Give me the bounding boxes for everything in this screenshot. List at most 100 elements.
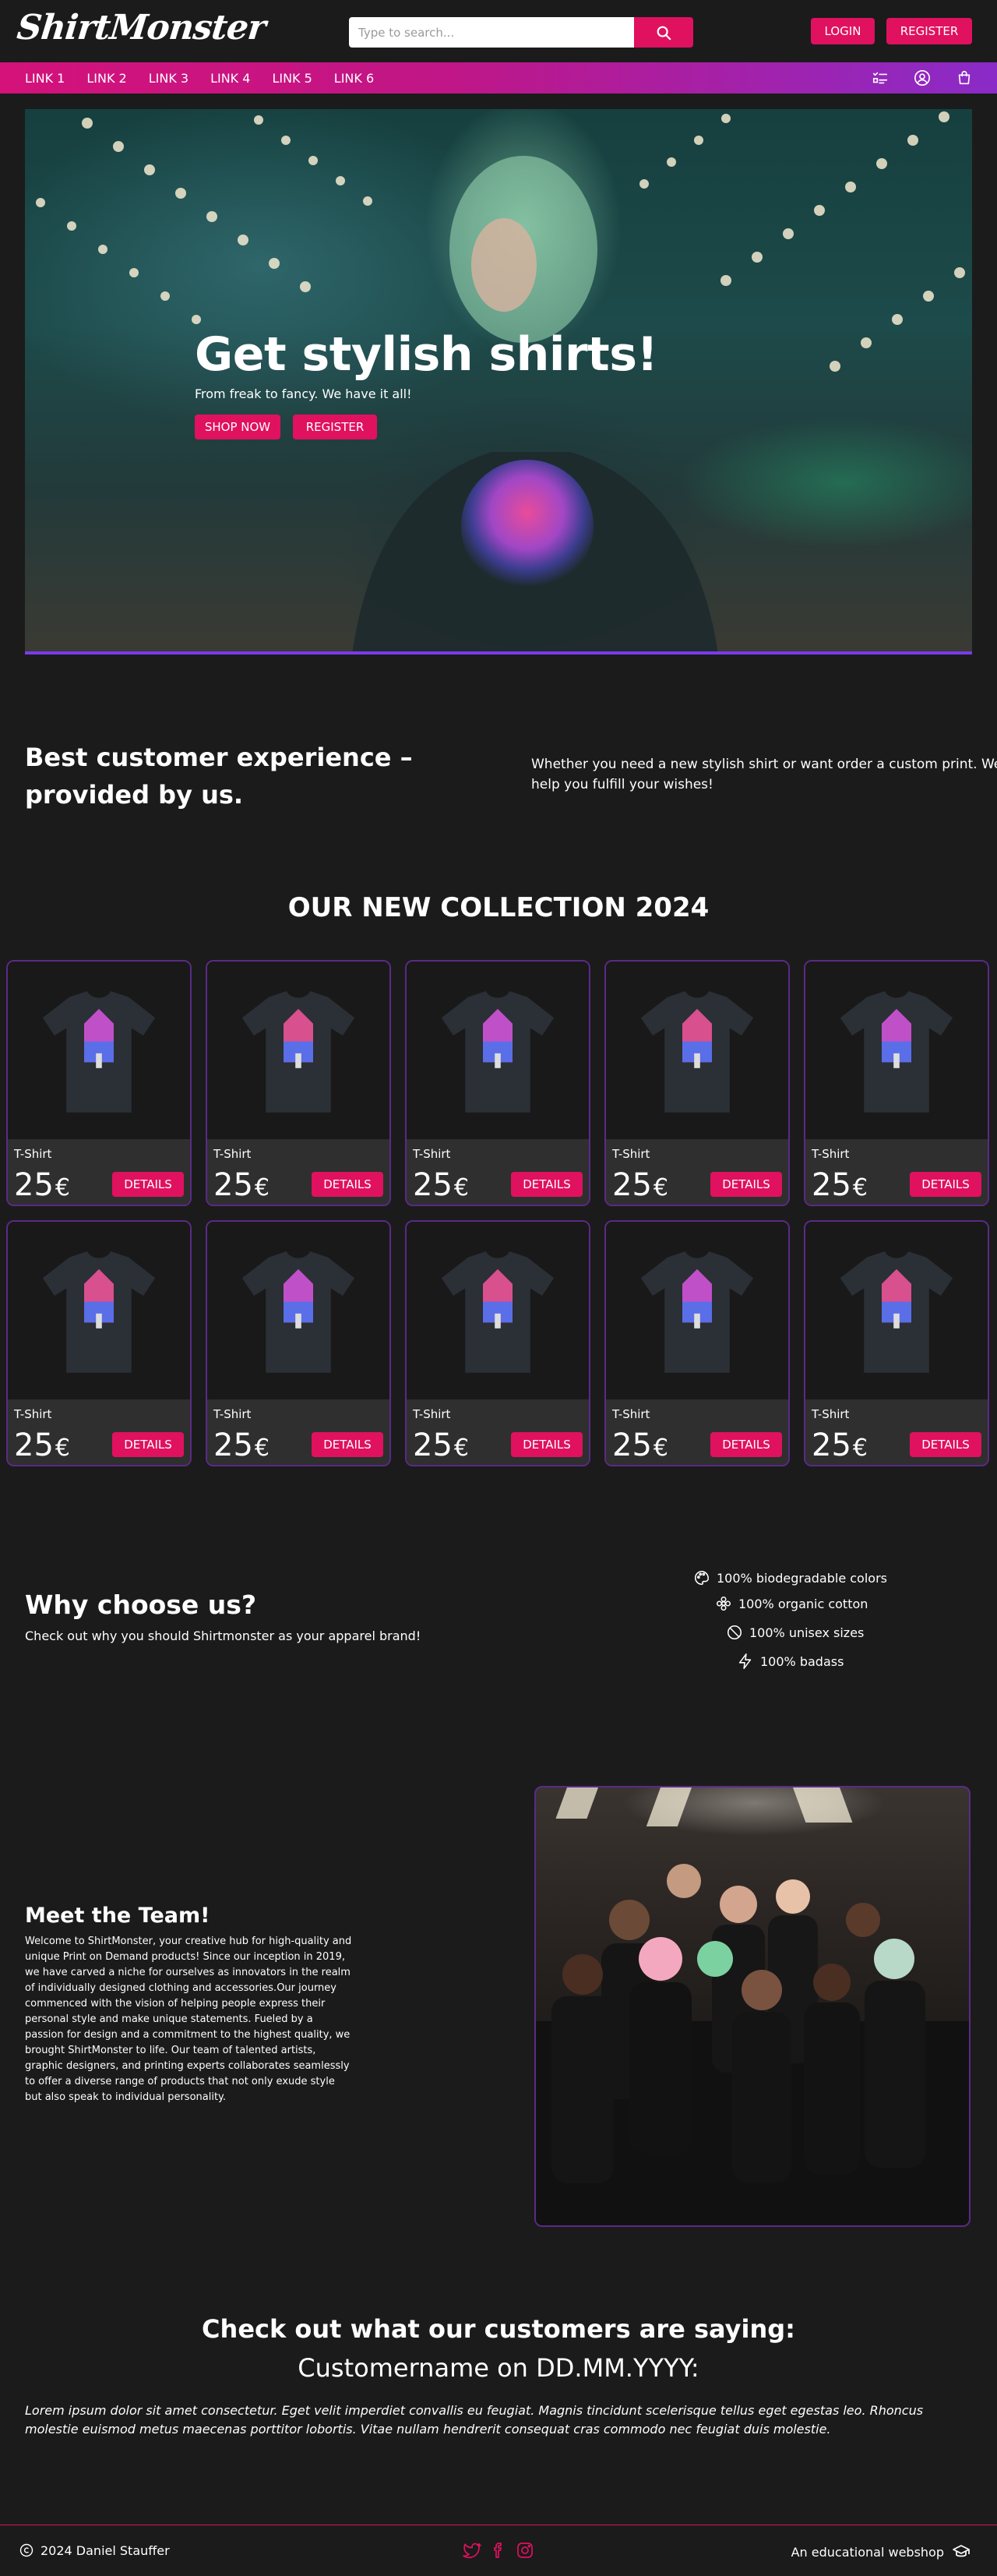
price-currency: € [453,1434,469,1462]
no-symbol-icon [727,1625,742,1640]
product-card[interactable]: T-Shirt 25 € DETAILS [206,960,391,1206]
site-logo[interactable]: ShirtMonster [15,8,267,48]
why-subtitle: Check out why you should Shirtmonster as… [25,1629,421,1643]
user-icon[interactable] [913,69,932,87]
details-button[interactable]: DETAILS [511,1432,583,1457]
product-card[interactable]: T-Shirt 25 € DETAILS [405,1220,590,1466]
checklist-icon[interactable] [871,69,890,87]
price-currency: € [55,1434,70,1462]
feature-item: 100% organic cotton [715,1595,868,1612]
product-card[interactable]: T-Shirt 25 € DETAILS [206,1220,391,1466]
product-price: 25 € [14,1427,70,1463]
feature-text: 100% badass [760,1653,844,1669]
nav-link-2[interactable]: LINK 2 [86,71,126,86]
copyright-text: 2024 Daniel Stauffer [41,2542,170,2558]
product-card[interactable]: T-Shirt 25 € DETAILS [604,960,790,1206]
palette-icon [695,1570,710,1586]
main-nav: LINK 1 LINK 2 LINK 3 LINK 4 LINK 5 LINK … [0,62,997,94]
nav-link-5[interactable]: LINK 5 [272,71,312,86]
details-button[interactable]: DETAILS [112,1172,184,1197]
details-button[interactable]: DETAILS [312,1432,383,1457]
details-button[interactable]: DETAILS [710,1432,782,1457]
price-value: 25 [14,1427,54,1463]
price-value: 25 [812,1167,851,1203]
product-info: T-Shirt 25 € DETAILS [407,1139,589,1205]
search-input[interactable] [349,17,634,48]
feature-item: 100% badass [737,1653,844,1670]
register-button[interactable]: REGISTER [886,18,972,44]
details-button[interactable]: DETAILS [910,1172,981,1197]
price-value: 25 [612,1427,652,1463]
details-button[interactable]: DETAILS [910,1432,981,1457]
price-value: 25 [612,1167,652,1203]
why-title: Why choose us? [25,1590,257,1620]
product-name: T-Shirt [413,1147,451,1161]
product-image [606,962,788,1139]
hero-register-button[interactable]: REGISTER [293,415,377,439]
lightning-icon [738,1653,752,1669]
testimonial-title: Check out what our customers are saying: [202,2314,795,2344]
nav-link-4[interactable]: LINK 4 [210,71,250,86]
product-info: T-Shirt 25 € DETAILS [606,1139,788,1205]
testimonial-quote: Lorem ipsum dolor sit amet consectetur. … [25,2403,924,2437]
hero-title: Get stylish shirts! [195,327,658,382]
feature-text: 100% organic cotton [738,1596,868,1611]
price-currency: € [453,1174,469,1202]
details-button[interactable]: DETAILS [511,1172,583,1197]
product-card[interactable]: T-Shirt 25 € DETAILS [804,1220,989,1466]
flower-icon [716,1596,731,1611]
testimonial-customer: Customername on DD.MM.YYYY: [298,2353,699,2383]
experience-text: Whether you need a new stylish shirt or … [531,757,997,792]
feature-text: 100% biodegradable colors [717,1570,887,1586]
product-card[interactable]: T-Shirt 25 € DETAILS [604,1220,790,1466]
team-photo [534,1786,971,2227]
product-image [805,1222,988,1399]
product-info: T-Shirt 25 € DETAILS [207,1139,389,1205]
team-text: Welcome to ShirtMonster, your creative h… [25,1936,352,2103]
product-name: T-Shirt [612,1407,650,1421]
details-button[interactable]: DETAILS [112,1432,184,1457]
price-currency: € [852,1174,868,1202]
product-image [207,1222,389,1399]
product-grid: T-Shirt 25 € DETAILS T-Shirt 25 € DETAILS … [6,960,991,1466]
nav-link-6[interactable]: LINK 6 [334,71,374,86]
login-button[interactable]: LOGIN [811,18,875,44]
product-card[interactable]: T-Shirt 25 € DETAILS [6,960,192,1206]
team-title: Meet the Team! [25,1904,210,1928]
product-name: T-Shirt [213,1147,252,1161]
product-name: T-Shirt [213,1407,252,1421]
copyright-icon [19,2543,33,2557]
price-currency: € [653,1434,668,1462]
price-value: 25 [812,1427,851,1463]
instagram-icon[interactable] [516,2541,534,2563]
details-button[interactable]: DETAILS [312,1172,383,1197]
product-price: 25 € [612,1427,668,1463]
price-currency: € [55,1174,70,1202]
product-info: T-Shirt 25 € DETAILS [606,1399,788,1465]
price-value: 25 [413,1167,453,1203]
search-bar [349,17,693,48]
edu-text: An educational webshop [791,2544,944,2560]
price-value: 25 [413,1427,453,1463]
search-icon [657,26,671,40]
product-card[interactable]: T-Shirt 25 € DETAILS [6,1220,192,1466]
product-name: T-Shirt [812,1407,850,1421]
product-name: T-Shirt [612,1147,650,1161]
details-button[interactable]: DETAILS [710,1172,782,1197]
search-button[interactable] [634,17,693,48]
shop-now-button[interactable]: SHOP NOW [195,415,280,439]
cart-icon[interactable] [955,69,974,87]
product-image [407,962,589,1139]
product-image [606,1222,788,1399]
product-price: 25 € [812,1167,868,1203]
nav-link-3[interactable]: LINK 3 [149,71,188,86]
product-card[interactable]: T-Shirt 25 € DETAILS [804,960,989,1206]
twitter-icon[interactable] [463,2541,481,2563]
product-card[interactable]: T-Shirt 25 € DETAILS [405,960,590,1206]
price-currency: € [254,1434,270,1462]
nav-link-1[interactable]: LINK 1 [25,71,65,86]
product-info: T-Shirt 25 € DETAILS [407,1399,589,1465]
product-info: T-Shirt 25 € DETAILS [207,1399,389,1465]
product-info: T-Shirt 25 € DETAILS [805,1139,988,1205]
facebook-icon[interactable] [489,2541,508,2563]
